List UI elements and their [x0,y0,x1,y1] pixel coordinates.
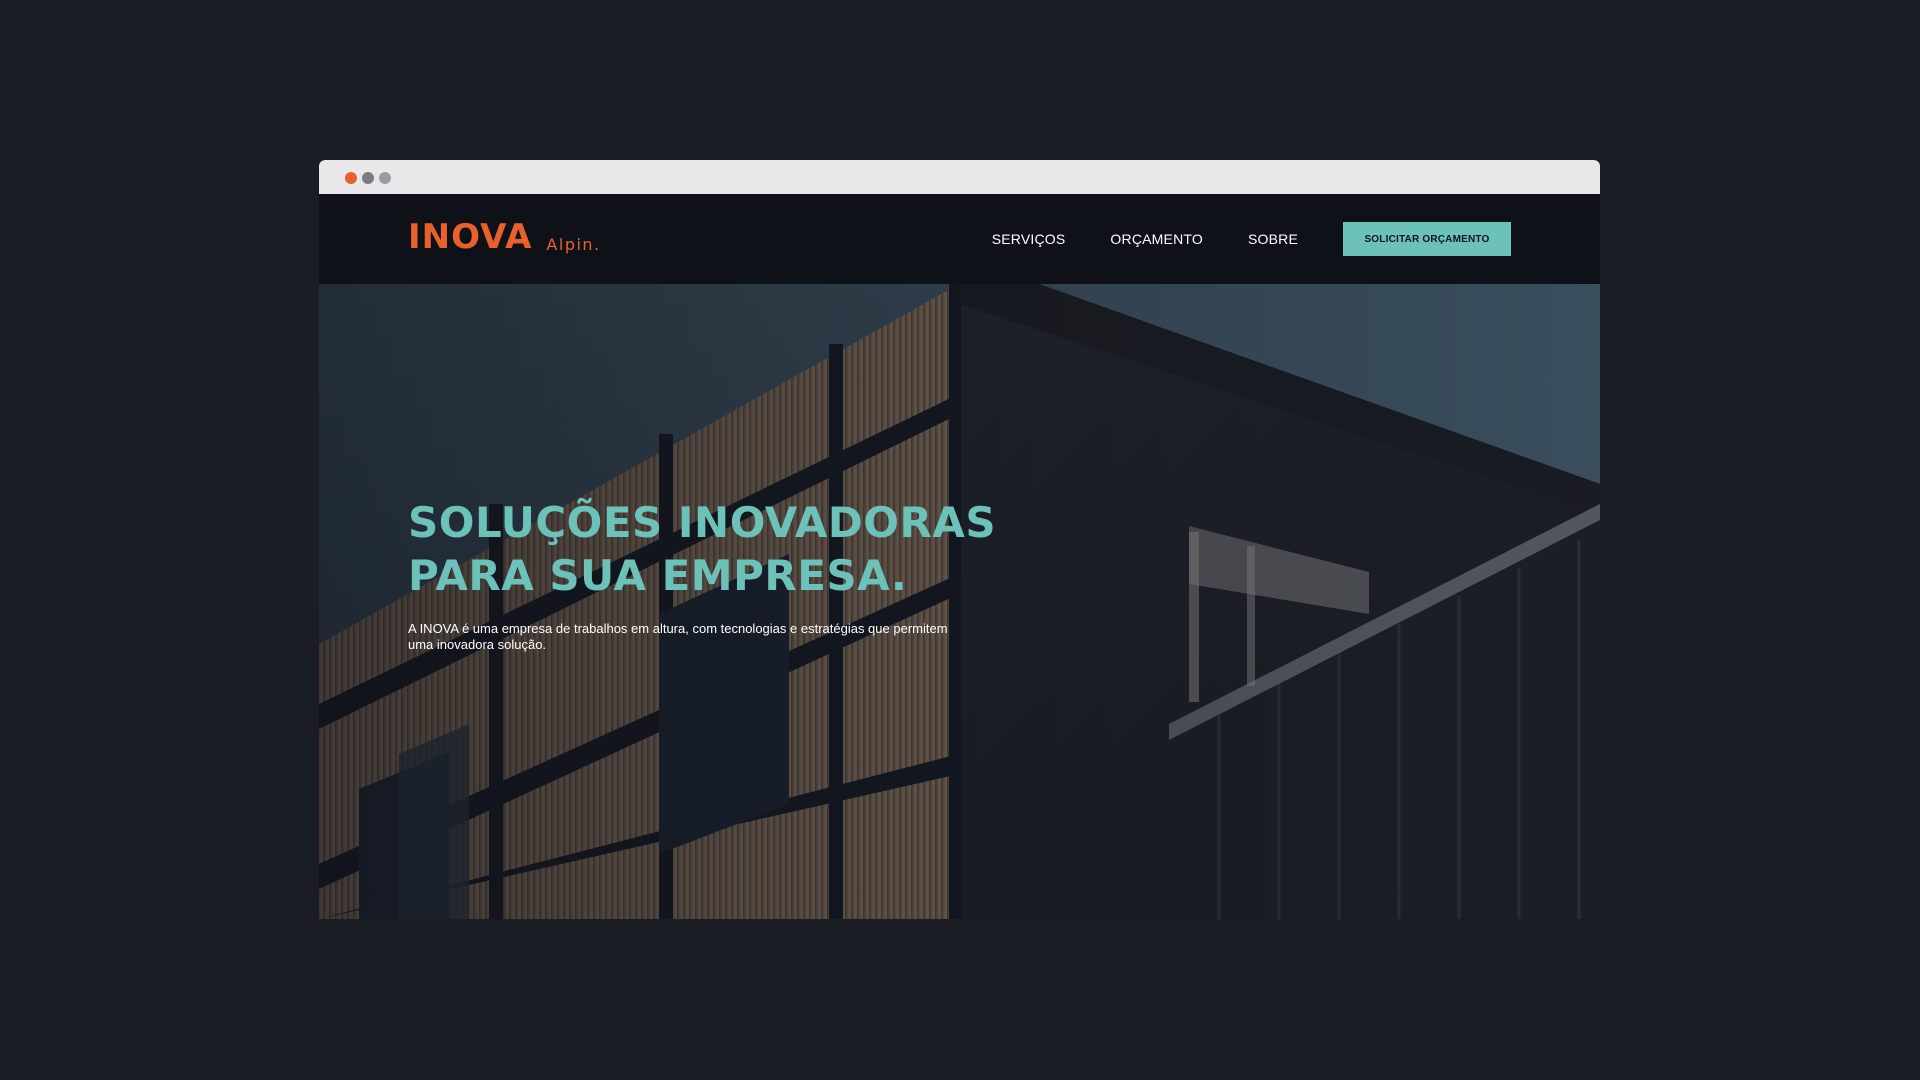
nav-link-sobre[interactable]: SOBRE [1248,231,1298,247]
main-nav: SERVIÇOS ORÇAMENTO SOBRE SOLICITAR ORÇAM… [992,194,1600,284]
hero-description: A INOVA é uma empresa de trabalhos em al… [408,621,948,652]
request-quote-button[interactable]: SOLICITAR ORÇAMENTO [1343,222,1511,256]
nav-link-orcamento[interactable]: ORÇAMENTO [1110,231,1203,247]
hero-section: SOLUÇÕES INOVADORAS PARA SUA EMPRESA. A … [319,284,1600,919]
hero-title-line-1: SOLUÇÕES INOVADORAS [408,498,997,547]
maximize-dot[interactable] [379,172,391,184]
browser-chrome-bar [319,160,1600,194]
logo-subtitle: Alpin. [546,235,601,254]
hero-title-line-2: PARA SUA EMPRESA. [408,551,908,600]
logo-wordmark: INOVA [408,217,533,257]
close-dot[interactable] [345,172,357,184]
hero-title: SOLUÇÕES INOVADORAS PARA SUA EMPRESA. [408,496,996,602]
nav-link-servicos[interactable]: SERVIÇOS [992,231,1066,247]
site-header: INOVA Alpin. SERVIÇOS ORÇAMENTO SOBRE SO… [319,194,1600,284]
browser-window: INOVA Alpin. SERVIÇOS ORÇAMENTO SOBRE SO… [319,160,1600,919]
minimize-dot[interactable] [362,172,374,184]
logo[interactable]: INOVA Alpin. [408,220,601,254]
